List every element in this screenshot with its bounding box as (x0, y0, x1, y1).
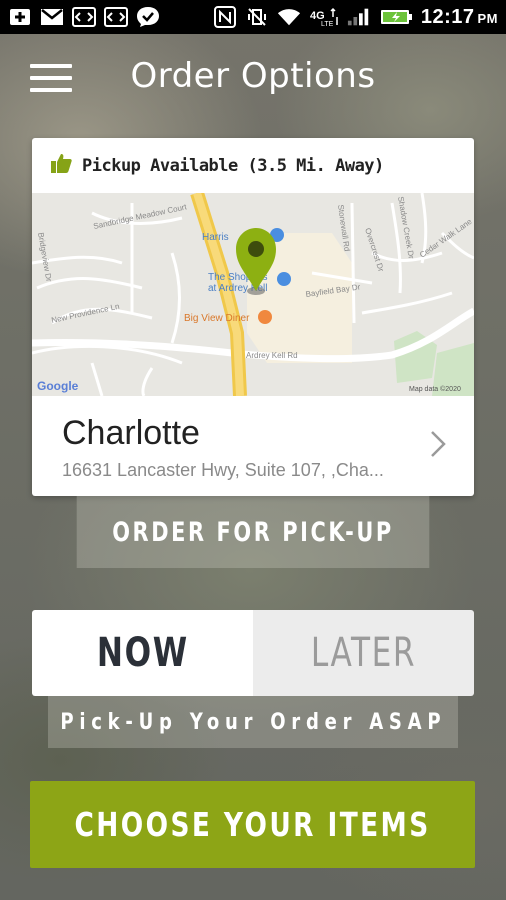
store-selector[interactable]: Charlotte 16631 Lancaster Hwy, Suite 107… (32, 396, 474, 496)
chat-check-icon (136, 7, 160, 27)
add-notification-icon (8, 7, 32, 27)
time-toggle: NOW LATER (32, 610, 474, 696)
vibrate-mute-icon (245, 7, 269, 27)
status-bar-system: 4G LTE 12:17 PM (213, 6, 498, 29)
thumbs-up-icon (50, 152, 72, 179)
battery-icon (379, 7, 413, 27)
signal-icon (347, 7, 371, 27)
toggle-later[interactable]: LATER (253, 610, 474, 696)
map-view[interactable]: Sandbridge Meadow Court New Providence L… (32, 190, 474, 397)
map-attribution: Map data ©2020 (409, 385, 461, 393)
map-label-ardrey: Ardrey Kell Rd (246, 351, 298, 360)
chevron-right-icon (430, 430, 446, 463)
svg-text:LTE: LTE (321, 21, 334, 27)
toggle-now[interactable]: NOW (32, 610, 253, 696)
pickup-availability-row: Pickup Available (3.5 Mi. Away) (32, 138, 474, 193)
store-address: 16631 Lancaster Hwy, Suite 107, ,Cha... (62, 460, 384, 480)
google-logo: Google (37, 379, 79, 393)
lte-icon: 4G LTE (309, 7, 339, 27)
clock: 12:17 PM (420, 5, 498, 28)
status-bar: 4G LTE 12:17 PM (0, 0, 506, 34)
asap-caption: Pick-Up Your Order ASAP (48, 696, 458, 748)
status-bar-notifications (8, 7, 160, 27)
map-label-harris: Harris (202, 232, 229, 243)
page-title: Order Options (130, 56, 376, 96)
pickup-availability-text: Pickup Available (3.5 Mi. Away) (82, 155, 384, 176)
choose-your-items-button[interactable]: CHOOSE YOUR ITEMS (30, 781, 475, 868)
app-header: Order Options (0, 34, 506, 118)
location-card: Pickup Available (3.5 Mi. Away) Sandbrid… (32, 138, 474, 496)
store-name: Charlotte (62, 414, 200, 452)
map-label-diner: Big View Diner (184, 313, 250, 324)
wifi-icon (277, 7, 301, 27)
gmail-icon (40, 7, 64, 27)
nfc-icon (213, 6, 237, 28)
code-icon (72, 7, 96, 27)
code-icon-2 (104, 7, 128, 27)
order-for-pickup-button[interactable]: ORDER FOR PICK-UP (76, 496, 430, 568)
